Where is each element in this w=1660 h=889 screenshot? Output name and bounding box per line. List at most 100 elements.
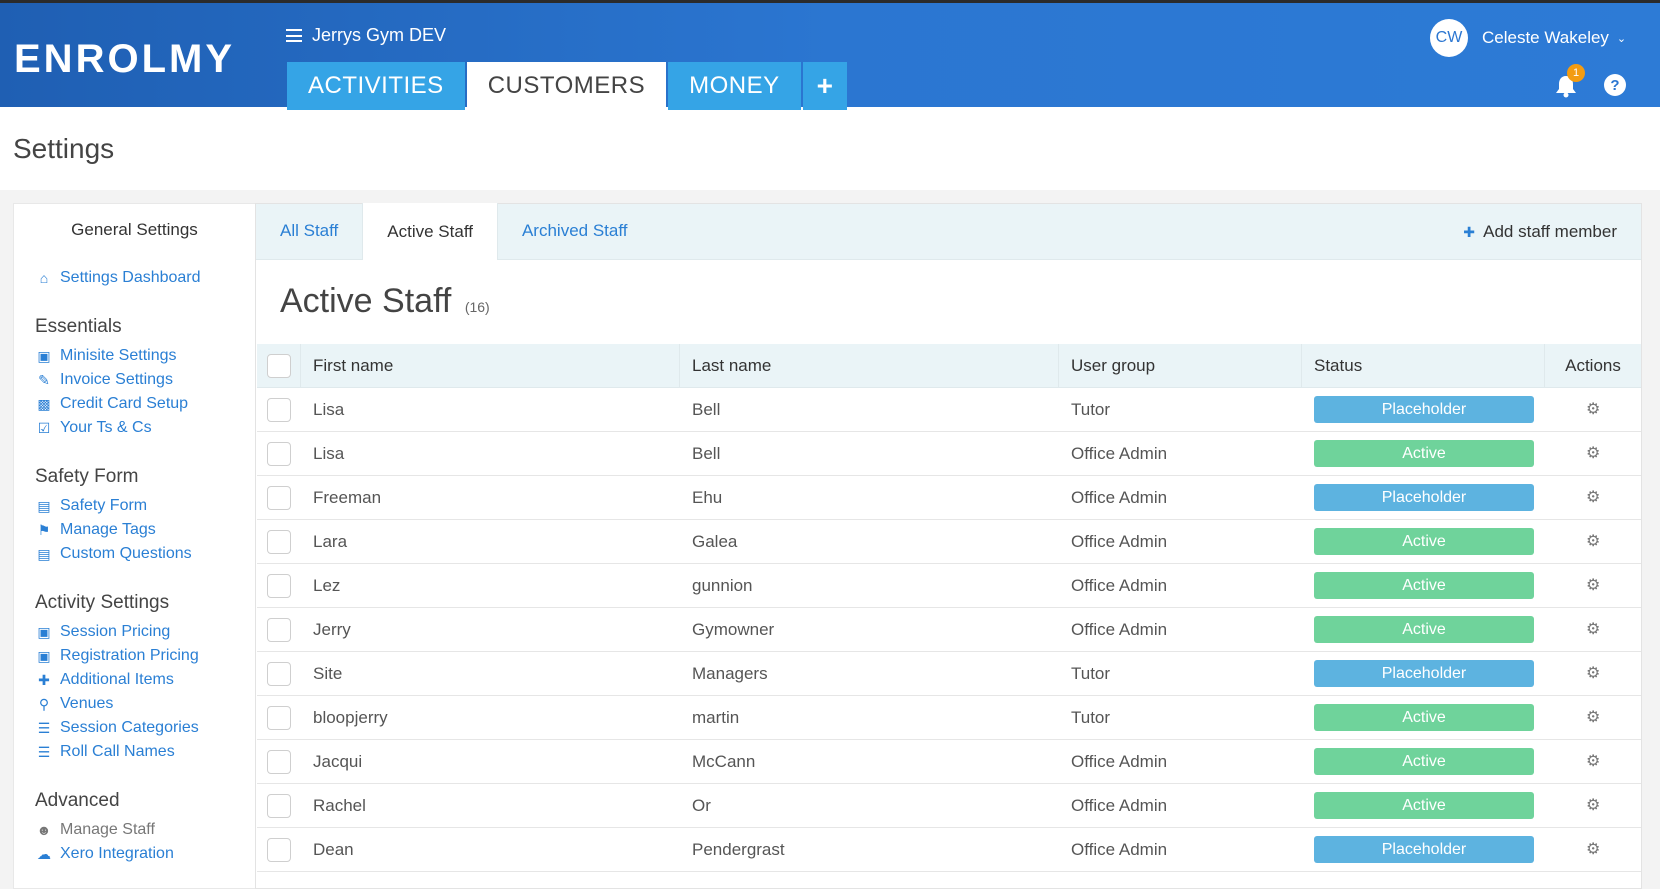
table-row[interactable]: Dean Pendergrast Office Admin Placeholder ⚙ — [257, 828, 1641, 872]
tab-customers[interactable]: CUSTOMERS — [466, 62, 667, 110]
column-header-first-name[interactable]: First name — [301, 344, 680, 387]
tab-money[interactable]: MONEY — [668, 62, 801, 110]
avatar[interactable]: CW — [1430, 19, 1468, 57]
table-row[interactable]: Jerry Gymowner Office Admin Active ⚙ — [257, 608, 1641, 652]
gear-icon[interactable]: ⚙ — [1586, 489, 1600, 505]
sidebar-item-additional-items[interactable]: ✚ Additional Items — [14, 668, 255, 692]
sidebar-item-xero-integration[interactable]: ☁ Xero Integration — [14, 842, 255, 866]
sidebar-item-ts-and-cs[interactable]: ☑ Your Ts & Cs — [14, 416, 255, 440]
gear-icon[interactable]: ⚙ — [1586, 577, 1600, 593]
sidebar-item-registration-pricing[interactable]: ▣ Registration Pricing — [14, 644, 255, 668]
cell-status: Placeholder — [1302, 652, 1545, 695]
sidebar-item-label: Your Ts & Cs — [60, 419, 152, 436]
gear-icon[interactable]: ⚙ — [1586, 621, 1600, 637]
row-select-cell — [257, 608, 301, 652]
tab-all-staff[interactable]: All Staff — [256, 203, 362, 259]
cell-status: Placeholder — [1302, 476, 1545, 519]
gear-icon[interactable]: ⚙ — [1586, 753, 1600, 769]
row-checkbox[interactable] — [267, 837, 291, 862]
cell-actions: ⚙ — [1545, 696, 1641, 739]
add-staff-member-button[interactable]: ✚ Add staff member — [1461, 204, 1617, 260]
hamburger-menu-icon[interactable] — [286, 29, 302, 42]
row-checkbox[interactable] — [267, 397, 291, 422]
sidebar-item-label: Safety Form — [60, 497, 148, 514]
home-icon: ⌂ — [39, 270, 49, 286]
row-checkbox[interactable] — [267, 529, 291, 554]
row-checkbox[interactable] — [267, 705, 291, 730]
gear-icon[interactable]: ⚙ — [1586, 445, 1600, 461]
row-select-cell — [257, 696, 301, 740]
tab-archived-staff[interactable]: Archived Staff — [498, 203, 652, 259]
column-header-user-group[interactable]: User group — [1059, 344, 1302, 387]
cell-actions: ⚙ — [1545, 476, 1641, 519]
sidebar-item-invoice-settings[interactable]: ✎ Invoice Settings — [14, 368, 255, 392]
status-badge: Active — [1314, 792, 1534, 819]
cell-status: Active — [1302, 520, 1545, 563]
table-row[interactable]: Lisa Bell Office Admin Active ⚙ — [257, 432, 1641, 476]
cell-actions: ⚙ — [1545, 828, 1641, 871]
list-icon: ☰ — [37, 719, 51, 736]
gear-icon[interactable]: ⚙ — [1586, 665, 1600, 681]
user-plus-icon: ✚ — [1463, 223, 1475, 240]
tab-active-staff[interactable]: Active Staff — [362, 203, 498, 260]
column-header-status[interactable]: Status — [1302, 344, 1545, 387]
tab-activities[interactable]: ACTIVITIES — [287, 62, 465, 110]
row-checkbox[interactable] — [267, 793, 291, 818]
table-row[interactable]: Jacqui McCann Office Admin Active ⚙ — [257, 740, 1641, 784]
cell-first-name: Dean — [313, 839, 354, 859]
cell-first-name: Jerry — [313, 619, 351, 639]
sidebar-item-minisite-settings[interactable]: ▣ Minisite Settings — [14, 344, 255, 368]
cell-first-name: bloopjerry — [313, 707, 388, 727]
user-name[interactable]: Celeste Wakeley — [1482, 28, 1609, 48]
table-row[interactable]: Site Managers Tutor Placeholder ⚙ — [257, 652, 1641, 696]
user-menu[interactable]: CW Celeste Wakeley ⌄ — [1430, 19, 1626, 57]
sidebar-item-custom-questions[interactable]: ▤ Custom Questions — [14, 542, 255, 566]
cell-user-group: Tutor — [1071, 399, 1111, 419]
sidebar-item-venues[interactable]: ⚲ Venues — [14, 692, 255, 716]
sidebar-item-label: Roll Call Names — [60, 743, 175, 760]
cell-status: Active — [1302, 784, 1545, 827]
cell-user-group: Tutor — [1071, 663, 1111, 683]
table-row[interactable]: Lisa Bell Tutor Placeholder ⚙ — [257, 388, 1641, 432]
chevron-down-icon[interactable]: ⌄ — [1617, 32, 1626, 45]
gear-icon[interactable]: ⚙ — [1586, 709, 1600, 725]
row-checkbox[interactable] — [267, 749, 291, 774]
row-checkbox[interactable] — [267, 573, 291, 598]
table-row[interactable]: Freeman Ehu Office Admin Placeholder ⚙ — [257, 476, 1641, 520]
select-all-cell — [257, 343, 301, 388]
row-checkbox[interactable] — [267, 617, 291, 642]
sidebar-item-session-categories[interactable]: ☰ Session Categories — [14, 716, 255, 740]
gear-icon[interactable]: ⚙ — [1586, 401, 1600, 417]
gear-icon[interactable]: ⚙ — [1586, 841, 1600, 857]
row-checkbox[interactable] — [267, 485, 291, 510]
sidebar-item-credit-card-setup[interactable]: ▩ Credit Card Setup — [14, 392, 255, 416]
column-header-last-name[interactable]: Last name — [680, 344, 1059, 387]
sidebar-item-safety-form[interactable]: ▤ Safety Form — [14, 494, 255, 518]
staff-table: First name Last name User group Status A… — [257, 343, 1641, 872]
cell-status: Active — [1302, 564, 1545, 607]
sidebar-item-settings-dashboard[interactable]: ⌂ Settings Dashboard — [14, 266, 255, 290]
table-row[interactable]: Lez gunnion Office Admin Active ⚙ — [257, 564, 1641, 608]
gear-icon[interactable]: ⚙ — [1586, 797, 1600, 813]
row-checkbox[interactable] — [267, 661, 291, 686]
gear-icon[interactable]: ⚙ — [1586, 533, 1600, 549]
row-checkbox[interactable] — [267, 441, 291, 466]
help-icon[interactable]: ? — [1604, 74, 1626, 96]
table-row[interactable]: bloopjerry martin Tutor Active ⚙ — [257, 696, 1641, 740]
enrolmy-logo[interactable]: ENROLMY — [14, 37, 235, 82]
money-icon: ▩ — [37, 395, 51, 412]
sidebar-item-manage-tags[interactable]: ⚑ Manage Tags — [14, 518, 255, 542]
add-tab-button[interactable]: + — [802, 62, 848, 110]
sidebar-item-session-pricing[interactable]: ▣ Session Pricing — [14, 620, 255, 644]
table-body: Lisa Bell Tutor Placeholder ⚙ Lisa Bell Office … — [257, 388, 1641, 872]
sidebar-item-label: Invoice Settings — [60, 371, 173, 388]
table-row[interactable]: Rachel Or Office Admin Active ⚙ — [257, 784, 1641, 828]
sidebar-item-roll-call-names[interactable]: ☰ Roll Call Names — [14, 740, 255, 764]
app-switcher[interactable]: Jerrys Gym DEV — [286, 25, 446, 46]
cell-status: Active — [1302, 432, 1545, 475]
sidebar-item-manage-staff[interactable]: ☻ Manage Staff — [14, 818, 255, 842]
select-all-checkbox[interactable] — [266, 353, 291, 378]
check-square-icon: ☑ — [37, 419, 51, 436]
status-badge: Placeholder — [1314, 660, 1534, 687]
table-row[interactable]: Lara Galea Office Admin Active ⚙ — [257, 520, 1641, 564]
